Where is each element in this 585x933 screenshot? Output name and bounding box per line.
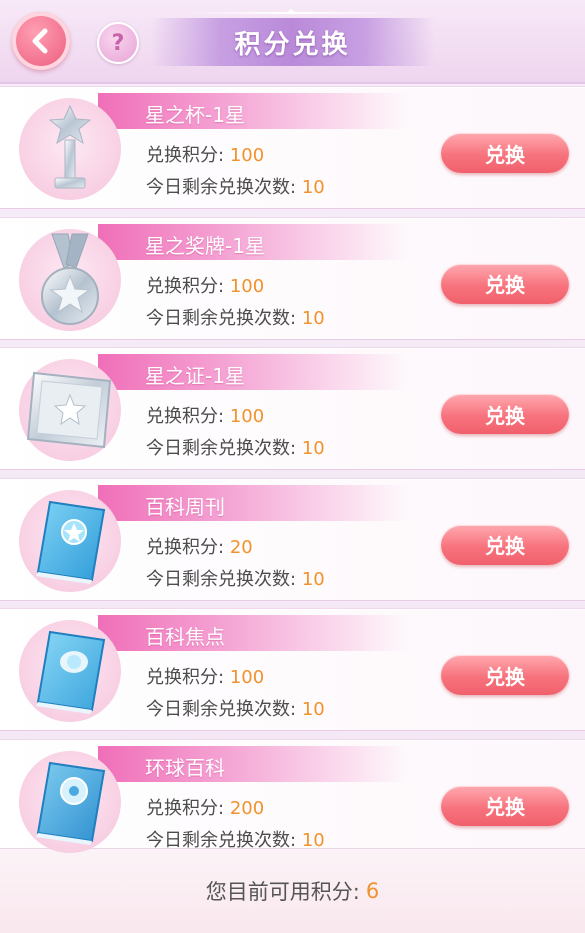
points-label: 兑换积分:: [146, 536, 225, 558]
remaining-value: 10: [301, 307, 325, 329]
remaining-line: 今日剩余兑换次数: 10: [146, 695, 325, 721]
item-icon-frame: [19, 98, 121, 200]
help-button[interactable]: ?: [97, 22, 139, 64]
remaining-label: 今日剩余兑换次数:: [146, 177, 297, 198]
item-name: 星之奖牌-1星: [145, 233, 265, 258]
points-label: 兑换积分:: [146, 145, 225, 166]
exchange-list: 星之杯-1星 兑换积分: 100 今日剩余兑换次数: 10 兑换 星之奖牌-1星…: [0, 86, 585, 869]
item-icon-frame: [19, 620, 121, 722]
remaining-value: 10: [301, 177, 325, 198]
item-name: 星之证-1星: [145, 364, 245, 388]
remaining-value: 10: [301, 438, 325, 459]
item-name: 百科周刊: [145, 494, 225, 519]
remaining-line: 今日剩余兑换次数: 10: [146, 173, 325, 199]
list-item: 环球百科 兑换积分: 200 今日剩余兑换次数: 10 兑换: [0, 738, 585, 862]
back-button[interactable]: [12, 12, 70, 70]
points-value: 100: [229, 406, 265, 427]
exchange-button[interactable]: 兑换: [441, 785, 569, 826]
exchange-button[interactable]: 兑换: [441, 394, 569, 434]
remaining-line: 今日剩余兑换次数: 10: [146, 434, 325, 460]
points-label: 兑换积分:: [146, 797, 225, 819]
list-item: 星之奖牌-1星 兑换积分: 100 今日剩余兑换次数: 10 兑换: [0, 216, 585, 340]
item-icon-frame: [19, 228, 121, 331]
medal-icon: [41, 233, 99, 325]
exchange-button[interactable]: 兑换: [441, 524, 569, 565]
remaining-line: 今日剩余兑换次数: 10: [146, 826, 325, 852]
points-line: 兑换积分: 100: [146, 402, 264, 428]
remaining-line: 今日剩余兑换次数: 10: [146, 304, 325, 330]
exchange-button[interactable]: 兑换: [441, 263, 569, 304]
item-icon-frame: [19, 359, 121, 461]
points-value: 20: [229, 536, 253, 558]
remaining-label: 今日剩余兑换次数:: [146, 829, 297, 851]
book-icon: [36, 630, 106, 714]
points-label: 兑换积分:: [146, 275, 225, 297]
book-icon: [36, 761, 106, 845]
points-line: 兑换积分: 100: [146, 272, 264, 298]
points-value: 100: [229, 275, 265, 297]
available-points-label: 您目前可用积分:: [205, 880, 360, 904]
remaining-value: 10: [301, 829, 325, 851]
points-line: 兑换积分: 100: [146, 663, 264, 689]
trophy-icon: [48, 104, 92, 189]
top-bar: ? ✦ 积分兑换: [0, 0, 585, 84]
certificate-icon: [26, 371, 112, 449]
exchange-button[interactable]: 兑换: [441, 655, 569, 695]
book-icon: [36, 500, 106, 584]
points-label: 兑换积分:: [146, 406, 225, 427]
exchange-button[interactable]: 兑换: [441, 133, 569, 173]
remaining-line: 今日剩余兑换次数: 10: [146, 565, 325, 591]
page-title: 积分兑换: [234, 29, 351, 60]
points-value: 200: [229, 797, 265, 819]
available-points-value: 6: [365, 879, 380, 903]
remaining-value: 10: [301, 568, 325, 590]
item-name: 环球百科: [145, 755, 225, 780]
points-line: 兑换积分: 100: [146, 141, 264, 167]
title-banner: 积分兑换: [150, 18, 435, 66]
points-value: 100: [229, 667, 265, 688]
list-item: 星之杯-1星 兑换积分: 100 今日剩余兑换次数: 10 兑换: [0, 86, 585, 209]
remaining-label: 今日剩余兑换次数:: [146, 568, 297, 590]
remaining-label: 今日剩余兑换次数:: [146, 699, 297, 720]
list-item: 星之证-1星 兑换积分: 100 今日剩余兑换次数: 10 兑换: [0, 347, 585, 470]
chevron-left-icon: [32, 28, 48, 54]
points-line: 兑换积分: 20: [146, 533, 253, 559]
remaining-value: 10: [301, 699, 325, 720]
item-name: 百科焦点: [145, 625, 225, 649]
available-points-bar: 您目前可用积分: 6: [0, 848, 585, 933]
item-icon-frame: [19, 750, 121, 853]
item-icon-frame: [19, 489, 121, 592]
item-name: 星之杯-1星: [145, 103, 245, 127]
sparkle-icon: ✦: [286, 5, 297, 19]
list-item: 百科周刊 兑换积分: 20 今日剩余兑换次数: 10 兑换: [0, 477, 585, 601]
points-label: 兑换积分:: [146, 667, 225, 688]
list-item: 百科焦点 兑换积分: 100 今日剩余兑换次数: 10 兑换: [0, 608, 585, 731]
points-line: 兑换积分: 200: [146, 794, 264, 820]
points-value: 100: [229, 145, 265, 166]
remaining-label: 今日剩余兑换次数:: [146, 438, 297, 459]
remaining-label: 今日剩余兑换次数:: [146, 307, 297, 329]
